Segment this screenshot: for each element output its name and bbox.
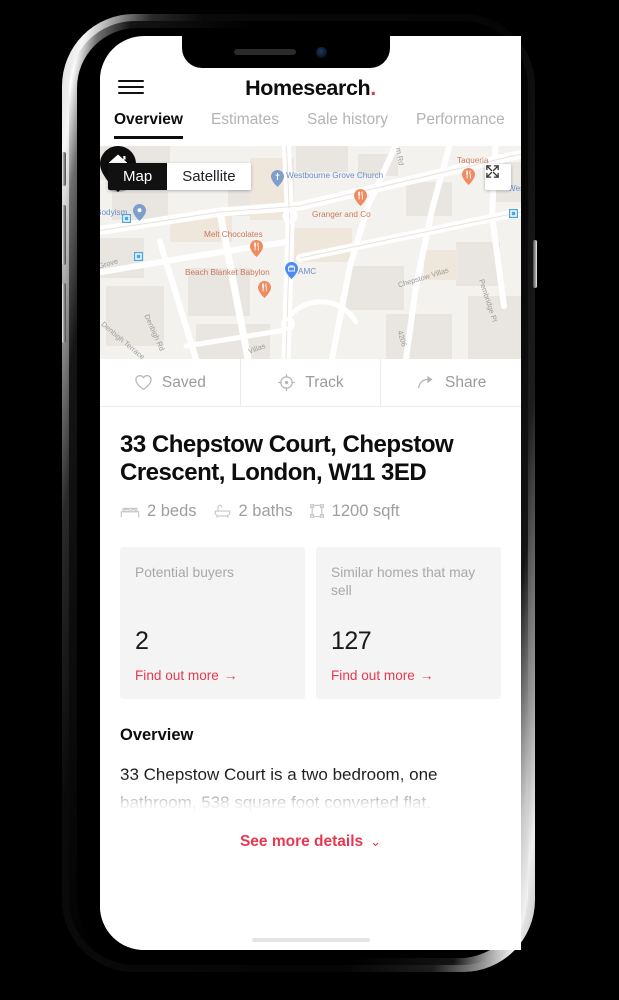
place-poi-icon [133,204,146,221]
spec-baths: 2 baths [213,502,293,521]
saved-button[interactable]: Saved [100,359,241,406]
transit-station-icon [122,214,131,223]
bed-icon [120,507,140,518]
screenshot-stage: Homesearch. Overview Estimates Sale hist… [0,0,619,1000]
find-out-more-label: Find out more [135,667,219,683]
area-icon [309,504,324,519]
silent-switch-button[interactable] [62,152,66,186]
action-bar: Saved Track Share [100,359,521,407]
tab-estimates[interactable]: Estimates [211,110,279,139]
track-button[interactable]: Track [241,359,382,406]
app-header: Homesearch. [100,68,521,110]
spec-area-label: 1200 sqft [331,501,400,520]
volume-down-button[interactable] [62,283,66,343]
find-out-more-link-similar[interactable]: Find out more → [331,668,486,683]
map-poi-amc: AMC [298,267,317,276]
volume-up-button[interactable] [62,205,66,265]
map-fullscreen-button[interactable] [485,164,511,190]
overview-body: 33 Chepstow Court is a two bedroom, one … [120,764,438,812]
church-poi-icon [271,170,284,187]
transit-station-icon [509,209,518,218]
map-poi-beach-blanket-babylon: Beach Blanket Babylon [185,268,270,277]
see-more-details-button[interactable]: See more details ⌄ [100,833,521,851]
spec-beds: 2 beds [120,502,197,521]
transit-station-icon [134,252,143,261]
saved-label: Saved [161,373,206,391]
stat-card-potential-buyers: Potential buyers 2 Find out more → [120,546,305,699]
arrow-right-icon: → [223,667,238,683]
tab-bar: Overview Estimates Sale history Performa… [100,110,521,146]
arrow-right-icon: → [419,667,434,683]
property-title: 33 Chepstow Court, Chepstow Crescent, Lo… [120,431,454,487]
overview-heading: Overview [120,725,194,744]
tab-overview[interactable]: Overview [114,110,183,139]
tab-performance[interactable]: Performance [416,110,505,139]
spec-area: 1200 sqft [309,502,400,521]
share-arrow-icon [418,375,433,389]
restaurant-poi-icon [258,281,271,298]
stat-card-value: 2 [135,626,149,655]
bath-icon [214,504,230,519]
tab-sale-history[interactable]: Sale history [307,110,388,139]
chevron-down-icon: ⌄ [370,833,382,849]
stat-card-label: Potential buyers [135,564,234,580]
overview-text-wrapper: 33 Chepstow Court is a two bedroom, one … [120,761,501,817]
device-notch [182,36,390,68]
power-button[interactable] [533,240,537,288]
earpiece-speaker-icon [234,49,296,55]
property-map[interactable]: Westbourne Grove Church Granger and Co T… [100,146,521,359]
front-camera-icon [316,47,327,58]
restaurant-poi-icon [462,168,475,185]
app-logo[interactable]: Homesearch. [100,76,521,101]
logo-text: Homesearch [245,76,371,100]
map-poi-westbourne-grove-church: Westbourne Grove Church [286,171,384,180]
restaurant-poi-icon [250,240,263,257]
see-more-label: See more details [239,832,364,850]
heart-icon [135,374,152,391]
map-poi-taqueria: Taqueria [457,156,489,165]
home-indicator [100,938,521,942]
map-poi-granger-and-co: Granger and Co [312,210,371,219]
stat-cards: Potential buyers 2 Find out more → Simil… [120,546,501,699]
shop-poi-icon [285,262,298,279]
crosshair-icon [278,373,296,392]
map-type-satellite[interactable]: Satellite [167,163,251,190]
share-label: Share [444,373,487,391]
property-content: 33 Chepstow Court, Chepstow Crescent, Lo… [100,407,521,950]
map-type-map[interactable]: Map [108,163,168,190]
spec-baths-label: 2 baths [238,501,293,520]
map-type-toggle: Map Satellite [108,163,251,190]
property-specs: 2 beds 2 baths 1200 sqft [120,502,501,521]
stat-card-value: 127 [331,626,372,655]
stat-card-similar-homes: Similar homes that may sell 127 Find out… [316,546,501,699]
find-out-more-link-buyers[interactable]: Find out more → [135,668,290,683]
phone-screen: Homesearch. Overview Estimates Sale hist… [100,36,521,950]
track-label: Track [305,373,344,391]
stat-card-label: Similar homes that may sell [331,564,476,599]
share-button[interactable]: Share [381,359,521,406]
spec-beds-label: 2 beds [147,501,197,520]
fullscreen-expand-icon [486,165,499,178]
map-poi-melt-chocolates: Melt Chocolates [204,230,263,239]
restaurant-poi-icon [354,189,367,206]
find-out-more-label: Find out more [331,667,415,683]
logo-dot-icon: . [370,76,376,100]
